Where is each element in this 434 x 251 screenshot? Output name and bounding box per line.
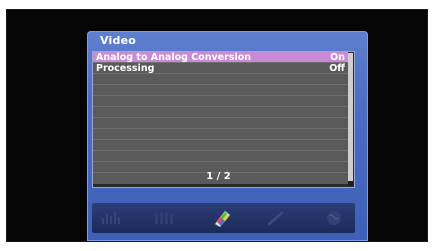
menu-item-value: Off (329, 63, 345, 74)
speaker-icon[interactable] (152, 209, 176, 227)
video-icon[interactable] (210, 209, 234, 228)
menu-item-label: Analog to Analog Conversion (96, 52, 251, 63)
scrollbar[interactable] (348, 53, 353, 186)
scrollbar-thumb[interactable] (348, 53, 353, 181)
empty-row (93, 140, 348, 151)
category-icon-bar (92, 203, 355, 233)
audio-icon[interactable] (100, 209, 124, 227)
settings-list: Analog to Analog Conversion On Processin… (92, 51, 355, 188)
empty-row (93, 85, 348, 96)
page-indicator: 1 / 2 (206, 171, 231, 182)
menu-item-value: On (330, 52, 345, 63)
tools-icon[interactable] (264, 209, 288, 227)
empty-row (93, 96, 348, 107)
empty-row (93, 151, 348, 162)
menu-item-processing[interactable]: Processing Off (93, 63, 348, 74)
osd-menu-panel: Video Analog to Analog Conversion On Pro… (87, 31, 368, 241)
empty-row (93, 74, 348, 85)
menu-item-analog-to-analog-conversion[interactable]: Analog to Analog Conversion On (93, 52, 348, 63)
empty-row (93, 118, 348, 129)
globe-icon[interactable] (322, 209, 346, 227)
empty-row (93, 107, 348, 118)
menu-title: Video (100, 34, 136, 47)
empty-row (93, 129, 348, 140)
menu-item-label: Processing (96, 63, 155, 74)
